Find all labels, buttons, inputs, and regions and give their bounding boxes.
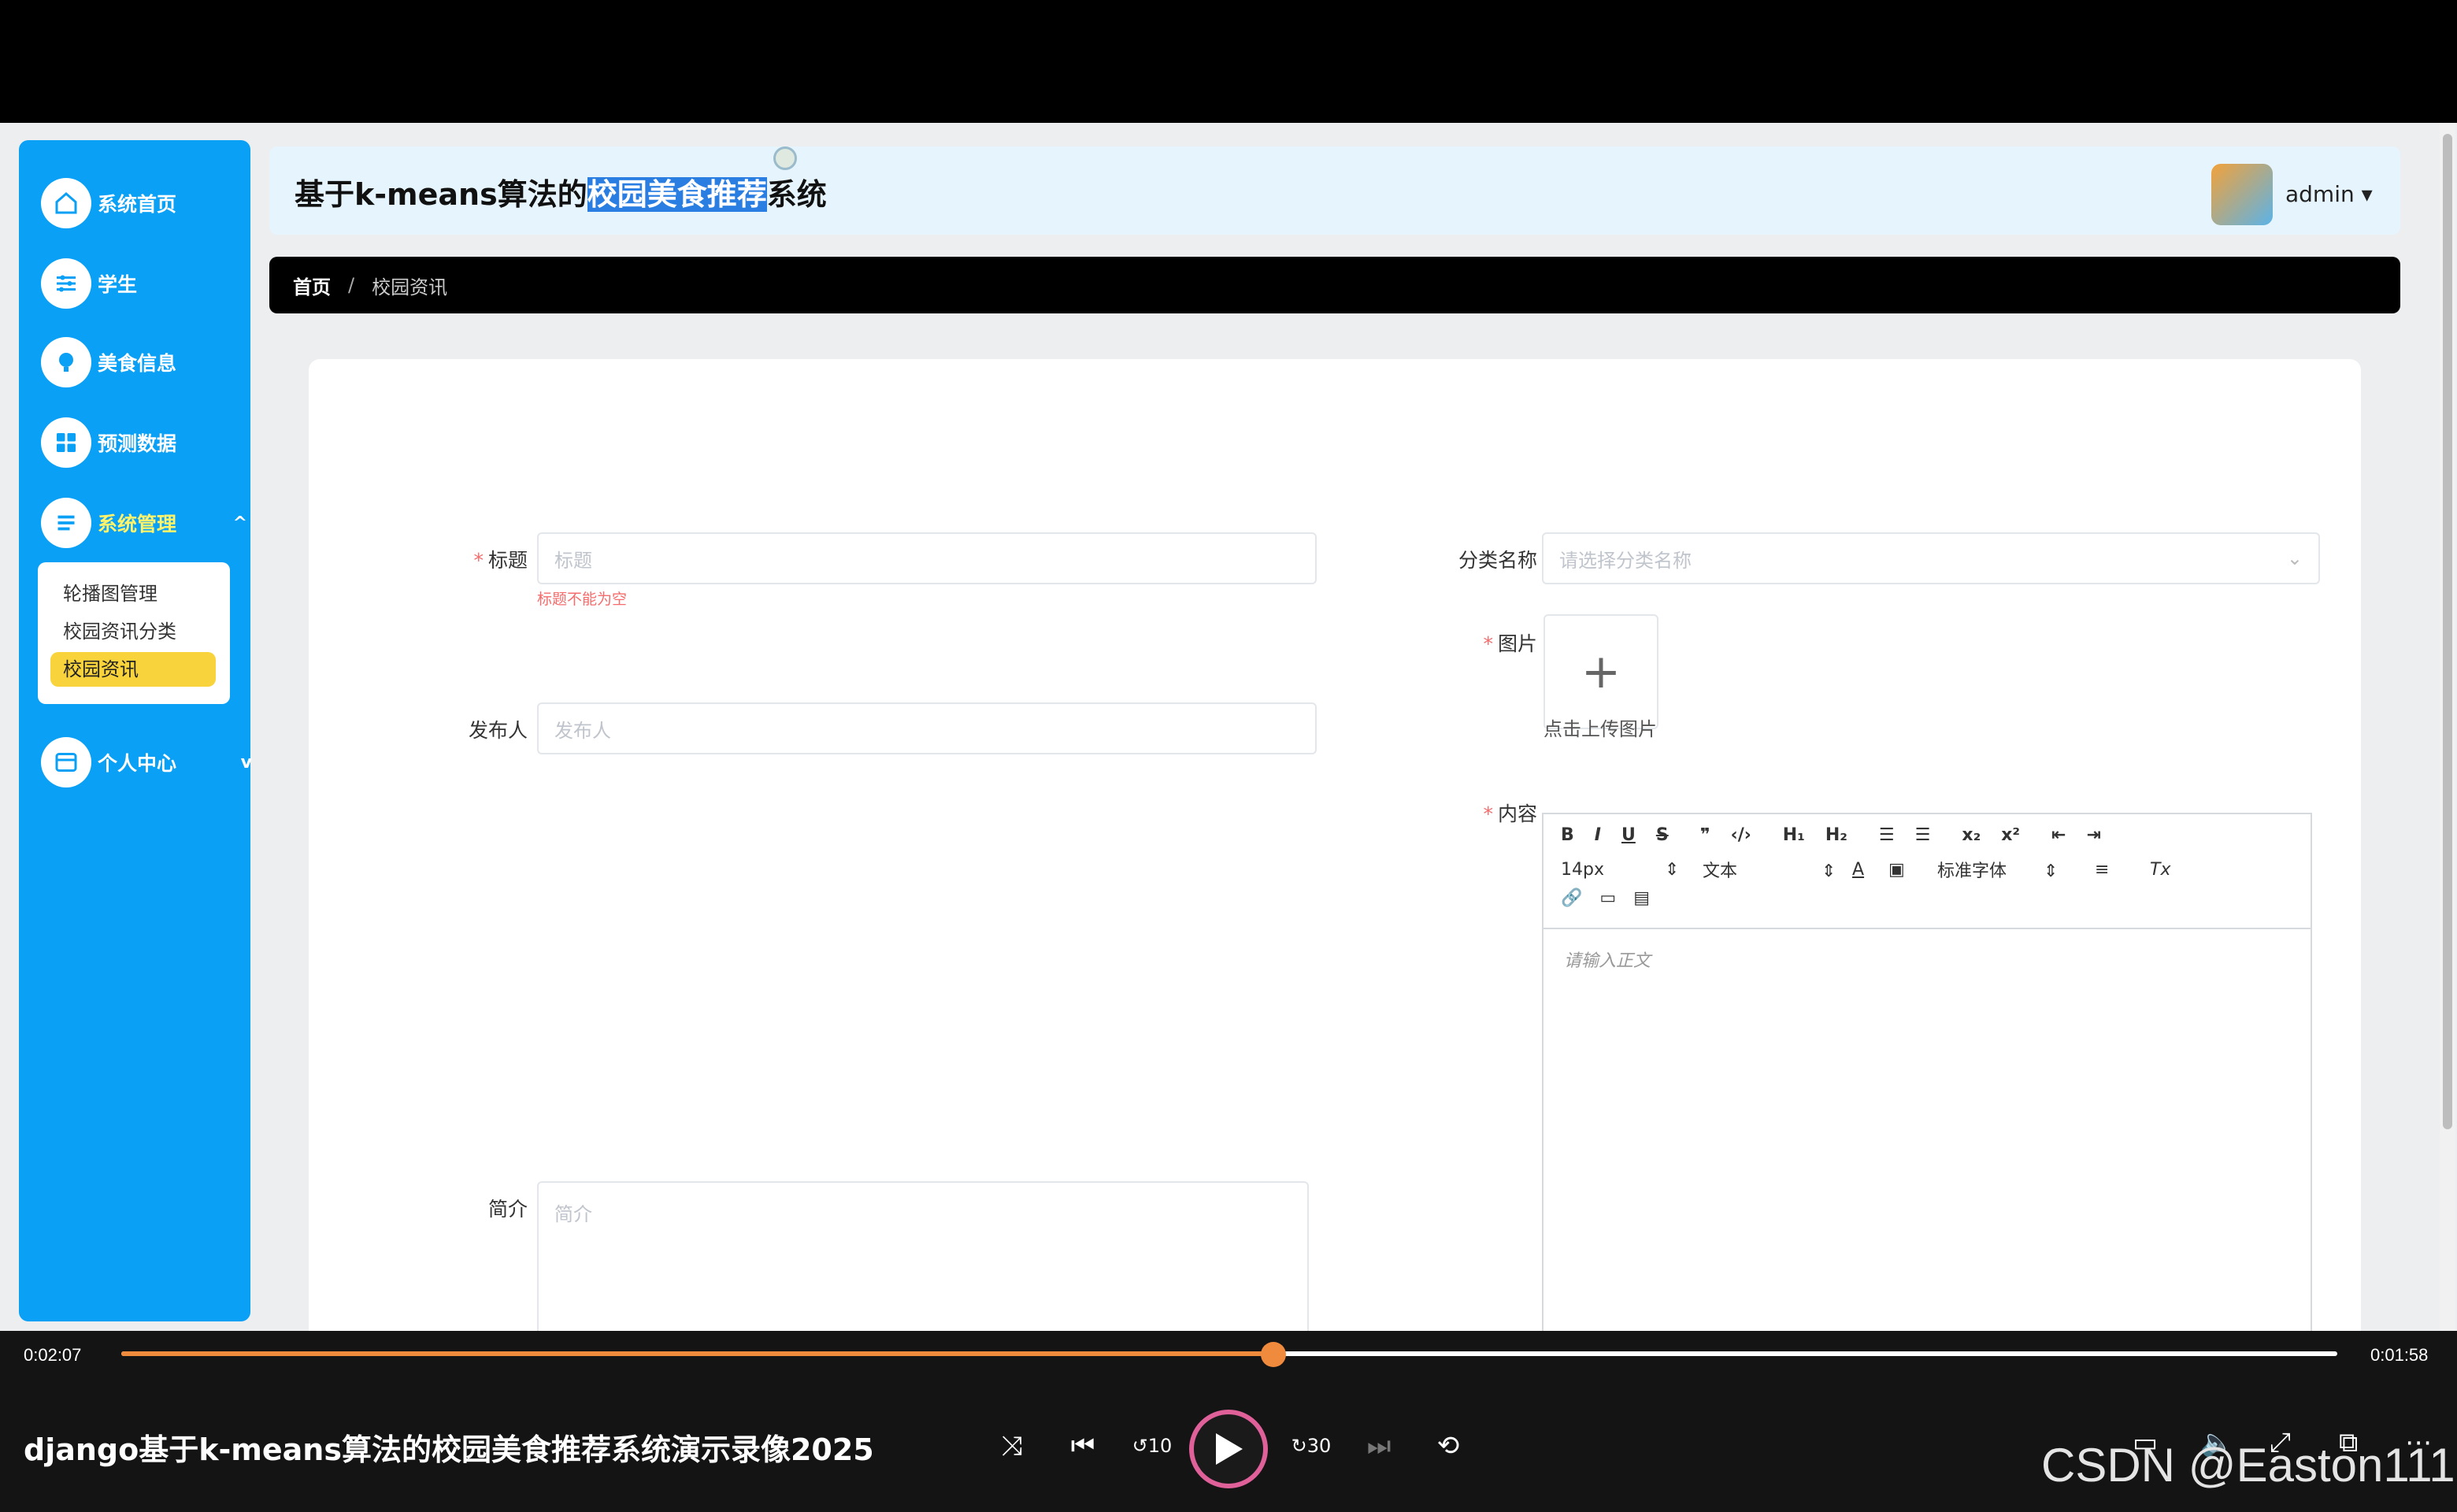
- video-icon[interactable]: ▤: [1633, 888, 1650, 908]
- loop-icon[interactable]: ⟲: [1429, 1422, 1468, 1469]
- font-size-select[interactable]: 14px ⇕: [1561, 860, 1703, 880]
- submenu-item-carousel[interactable]: 轮播图管理: [50, 576, 216, 611]
- grid-icon: [41, 417, 91, 468]
- submenu: 轮播图管理 校园资讯分类 校园资讯: [38, 562, 230, 704]
- sidebar-item-label: 系统首页: [98, 193, 177, 216]
- bulb-icon: [41, 337, 91, 387]
- ordered-list-icon[interactable]: ☰: [1879, 825, 1895, 845]
- category-select[interactable]: 请选择分类名称 ⌄: [1542, 532, 2320, 584]
- sliders-icon: [41, 258, 91, 309]
- editor-toolbar: B I U S ❞ ‹/› H₁ H₂ ☰ ☰ x₂ x² ⇤ ⇥ 14px ⇕: [1544, 814, 2311, 929]
- title-input[interactable]: 标题: [537, 532, 1317, 584]
- toolbar-row-insert: 🔗 ▭ ▤: [1561, 888, 1650, 908]
- breadcrumb-home[interactable]: 首页: [293, 272, 331, 299]
- shuffle-icon[interactable]: ⤨: [992, 1422, 1032, 1469]
- sidebar-item-profile[interactable]: 个人中心 v: [41, 736, 252, 789]
- play-icon: [1216, 1433, 1243, 1465]
- sidebar: 系统首页 学生 美食信息 预测数据 系统管理 ^ 轮播图管理 校园资讯分类 校园…: [19, 140, 252, 1321]
- quote-icon[interactable]: ❞: [1700, 825, 1710, 845]
- home-icon: [41, 178, 91, 228]
- avatar[interactable]: [2211, 164, 2273, 225]
- title-label: * 标题: [473, 549, 528, 572]
- content-label: * 内容: [1483, 802, 1537, 825]
- sidebar-item-label: 个人中心: [98, 752, 177, 775]
- block-type-select[interactable]: 文本 ⇕: [1703, 857, 1852, 882]
- progress-fill: [121, 1351, 1274, 1356]
- sidebar-item-label: 系统管理: [98, 513, 177, 536]
- sidebar-item-home[interactable]: 系统首页: [41, 176, 176, 230]
- clear-format-icon[interactable]: Tx: [2150, 860, 2170, 880]
- play-button[interactable]: [1189, 1410, 1268, 1488]
- sidebar-item-students[interactable]: 学生: [41, 257, 137, 310]
- user-menu[interactable]: admin ▾: [2285, 181, 2373, 207]
- breadcrumb-current: 校园资讯: [372, 276, 448, 298]
- superscript-icon[interactable]: x²: [2001, 825, 2020, 845]
- sidebar-item-label: 美食信息: [98, 352, 177, 375]
- chevron-down-icon: ⌄: [2286, 547, 2303, 569]
- sidebar-item-prediction[interactable]: 预测数据: [41, 416, 176, 469]
- toolbar-row-style: 14px ⇕ 文本 ⇕ A ▣ 标准字体 ⇕ ≡ Tx: [1561, 857, 2170, 882]
- submenu-item-news-category[interactable]: 校园资讯分类: [50, 614, 216, 649]
- previous-icon[interactable]: ⏮: [1063, 1422, 1102, 1469]
- upload-tip: 点击上传图片: [1544, 718, 1657, 740]
- remaining-time: 0:01:58: [2370, 1345, 2429, 1365]
- image-label: * 图片: [1483, 632, 1537, 655]
- background-color-icon[interactable]: ▣: [1888, 860, 1937, 880]
- publisher-input[interactable]: 发布人: [537, 702, 1317, 754]
- menu-icon: [41, 498, 91, 548]
- indent-icon[interactable]: ⇥: [2086, 825, 2100, 845]
- app-viewport: 系统首页 学生 美食信息 预测数据 系统管理 ^ 轮播图管理 校园资讯分类 校园…: [0, 123, 2457, 1331]
- intro-label: 简介: [487, 1198, 528, 1221]
- font-color-icon[interactable]: A: [1852, 860, 1888, 880]
- title-error: 标题不能为空: [537, 591, 628, 608]
- video-player-bar: 0:02:07 0:01:58 django基于k-means算法的校园美食推荐…: [0, 1331, 2457, 1512]
- page-title: 基于k-means算法的校园美食推荐系统: [295, 177, 827, 212]
- underline-icon[interactable]: U: [1621, 825, 1636, 845]
- image-icon[interactable]: ▭: [1599, 888, 1616, 908]
- link-icon[interactable]: 🔗: [1561, 888, 1582, 908]
- top-header: 基于k-means算法的校园美食推荐系统 admin ▾: [269, 146, 2400, 235]
- editor-placeholder: 请输入正文: [1564, 951, 1651, 971]
- video-top-letterbox: [0, 0, 2457, 123]
- rich-text-editor[interactable]: B I U S ❞ ‹/› H₁ H₂ ☰ ☰ x₂ x² ⇤ ⇥ 14px ⇕: [1542, 813, 2312, 1331]
- form-card: * 标题 标题 标题不能为空 分类名称 请选择分类名称 ⌄ * 图片 + 点击上传图…: [309, 359, 2361, 1331]
- video-title: django基于k-means算法的校园美食推荐系统演示录像2025: [24, 1432, 874, 1467]
- image-upload-button[interactable]: +: [1544, 614, 1658, 729]
- sidebar-item-label: 学生: [98, 273, 138, 296]
- sidebar-item-system[interactable]: 系统管理 ^: [41, 496, 247, 550]
- scrollbar-thumb[interactable]: [2443, 134, 2452, 1129]
- progress-knob[interactable]: [1261, 1342, 1287, 1367]
- heading2-icon[interactable]: H₂: [1825, 825, 1847, 845]
- plus-icon: +: [1581, 644, 1621, 699]
- align-icon[interactable]: ≡: [2095, 860, 2150, 880]
- next-icon[interactable]: ⏭: [1359, 1422, 1399, 1469]
- strikethrough-icon[interactable]: S: [1656, 825, 1669, 845]
- toolbar-row-format: B I U S ❞ ‹/› H₁ H₂ ☰ ☰ x₂ x² ⇤ ⇥: [1561, 825, 2101, 845]
- card-icon: [41, 737, 91, 788]
- bold-icon[interactable]: B: [1561, 825, 1574, 845]
- intro-textarea[interactable]: 简介: [537, 1181, 1309, 1331]
- subscript-icon[interactable]: x₂: [1962, 825, 1981, 845]
- submenu-item-news[interactable]: 校园资讯: [50, 652, 216, 687]
- publisher-label: 发布人: [468, 719, 528, 742]
- forward-30-icon[interactable]: ↻30: [1292, 1422, 1332, 1469]
- font-family-select[interactable]: 标准字体 ⇕: [1937, 857, 2095, 882]
- sidebar-item-food-info[interactable]: 美食信息: [41, 335, 176, 389]
- code-icon[interactable]: ‹/›: [1731, 825, 1751, 845]
- italic-icon[interactable]: I: [1595, 825, 1601, 845]
- floating-widget-icon[interactable]: [773, 146, 797, 170]
- bullet-list-icon[interactable]: ☰: [1915, 825, 1931, 845]
- sidebar-item-label: 预测数据: [98, 432, 177, 455]
- watermark: CSDN @Easton111: [2041, 1439, 2455, 1492]
- chevron-down-icon: v: [240, 752, 253, 773]
- category-label: 分类名称: [1458, 549, 1537, 572]
- breadcrumb: 首页 / 校园资讯: [269, 257, 2400, 313]
- outdent-icon[interactable]: ⇤: [2051, 825, 2066, 845]
- breadcrumb-separator: /: [348, 274, 355, 296]
- selected-text: 校园美食推荐: [587, 177, 767, 212]
- elapsed-time: 0:02:07: [24, 1345, 82, 1365]
- heading1-icon[interactable]: H₁: [1783, 825, 1805, 845]
- rewind-10-icon[interactable]: ↺10: [1132, 1422, 1173, 1469]
- chevron-up-icon: ^: [232, 513, 248, 533]
